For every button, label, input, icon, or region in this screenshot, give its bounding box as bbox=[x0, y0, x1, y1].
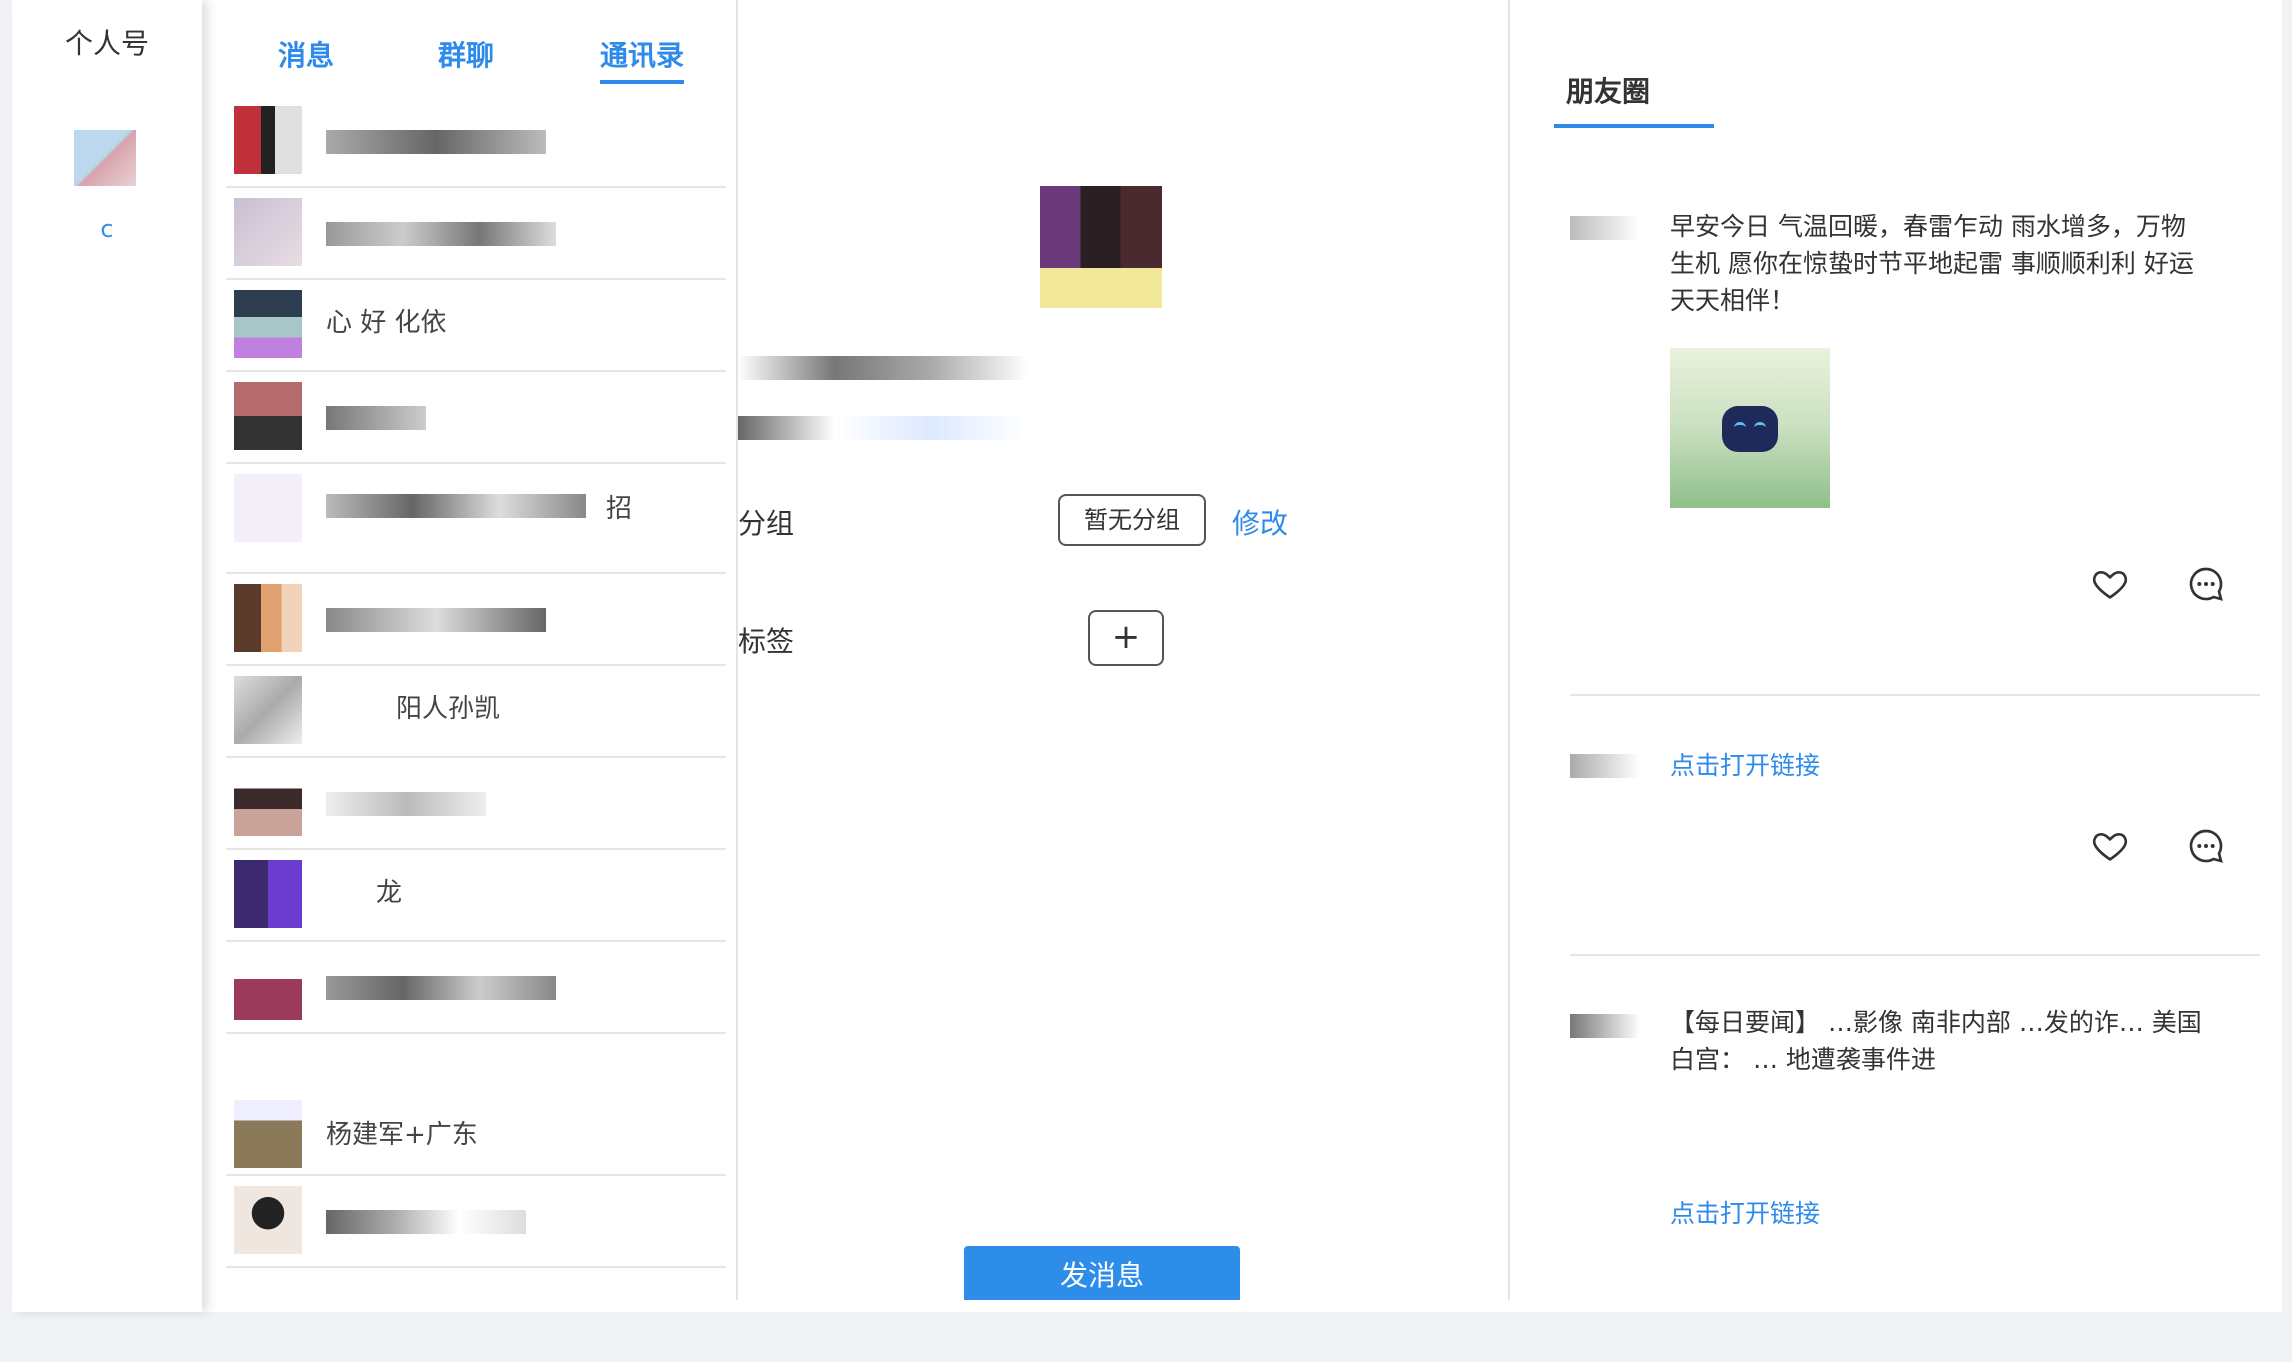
tab-messages[interactable]: 消息 bbox=[278, 34, 334, 74]
contact-row[interactable] bbox=[226, 188, 726, 280]
post-divider bbox=[1570, 954, 2260, 956]
group-value-box[interactable]: 暂无分组 bbox=[1058, 494, 1206, 546]
blurred-name bbox=[326, 608, 546, 632]
contact-list: 心 好 化依 招 阳人孙凯 龙 杨建军+广东 bbox=[212, 96, 736, 1268]
account-avatar[interactable] bbox=[74, 130, 136, 186]
contact-name: 阳人孙凯 bbox=[396, 694, 501, 724]
contact-name: 心 好 化依 bbox=[326, 308, 447, 338]
post-image[interactable] bbox=[1670, 348, 1830, 508]
tab-group-chat[interactable]: 群聊 bbox=[438, 34, 494, 74]
avatar bbox=[234, 1100, 302, 1168]
avatar bbox=[234, 1186, 302, 1254]
avatar bbox=[234, 676, 302, 744]
poster-avatar bbox=[1570, 754, 1640, 778]
add-tag-button[interactable]: + bbox=[1088, 610, 1164, 666]
blurred-name bbox=[326, 406, 426, 430]
robot-image bbox=[1722, 406, 1778, 452]
contact-row[interactable] bbox=[226, 96, 726, 188]
moments-panel: 朋友圈 早安今日 气温回暖，春雷乍动 雨水增多，万物生机 愿你在惊蛰时节平地起雷… bbox=[1510, 0, 2282, 1300]
contact-row[interactable]: 招 bbox=[226, 464, 726, 574]
avatar bbox=[234, 860, 302, 928]
account-panel: 个人号 c bbox=[12, 0, 202, 1312]
tab-contacts[interactable]: 通讯录 bbox=[600, 34, 685, 84]
post-divider bbox=[1570, 694, 2260, 696]
blurred-id bbox=[738, 416, 1028, 440]
contact-row[interactable]: 龙 bbox=[226, 850, 726, 942]
avatar bbox=[234, 382, 302, 450]
modify-group-link[interactable]: 修改 bbox=[1232, 502, 1288, 542]
account-label[interactable]: c bbox=[12, 215, 202, 243]
contact-detail-panel: 分组 暂无分组 修改 标签 + 发消息 bbox=[738, 0, 1510, 1300]
post-text: 【每日要闻】 …影像 南非内部 …发的诈… 美国白宫： … 地遭袭事件进 bbox=[1670, 1008, 2202, 1074]
contact-avatar bbox=[1040, 186, 1162, 308]
heart-icon[interactable] bbox=[2090, 826, 2130, 866]
avatar bbox=[234, 290, 302, 358]
contact-name: 龙 bbox=[376, 878, 403, 908]
blurred-name bbox=[326, 976, 556, 1000]
blurred-name bbox=[326, 494, 586, 518]
poster-avatar bbox=[1570, 1014, 1640, 1038]
contact-row[interactable]: 阳人孙凯 bbox=[226, 666, 726, 758]
contact-name: 杨建军+广东 bbox=[326, 1120, 478, 1150]
avatar bbox=[234, 106, 302, 174]
post-link[interactable]: 点击打开链接 bbox=[1670, 746, 1820, 782]
send-message-button[interactable]: 发消息 bbox=[964, 1246, 1240, 1300]
blurred-name bbox=[326, 222, 556, 246]
tab-underline bbox=[1554, 124, 1714, 128]
tab-moments[interactable]: 朋友圈 bbox=[1566, 70, 1650, 110]
moment-post: 【每日要闻】 …影像 南非内部 …发的诈… 美国白宫： … 地遭袭事件进 点击打… bbox=[1570, 1004, 2260, 1294]
poster-avatar bbox=[1570, 216, 1640, 240]
comment-icon[interactable] bbox=[2186, 826, 2226, 866]
contact-row[interactable] bbox=[226, 574, 726, 666]
heart-icon[interactable] bbox=[2090, 564, 2130, 604]
tab-bar: 消息 群聊 通讯录 bbox=[212, 30, 736, 90]
app-window: 个人号 c 消息 群聊 通讯录 心 好 化依 招 阳人孙凯 龙 杨建军+广东 分… bbox=[12, 0, 2282, 1312]
contact-row[interactable] bbox=[226, 758, 726, 850]
contacts-panel: 消息 群聊 通讯录 心 好 化依 招 阳人孙凯 龙 杨建军+广东 bbox=[212, 0, 738, 1300]
avatar bbox=[234, 768, 302, 836]
blurred-name bbox=[326, 792, 486, 816]
contact-row[interactable]: 心 好 化依 bbox=[226, 280, 726, 372]
moment-post: 点击打开链接 bbox=[1570, 740, 2260, 890]
account-title: 个人号 bbox=[64, 27, 149, 60]
contact-row[interactable] bbox=[226, 372, 726, 464]
contact-row[interactable] bbox=[226, 1176, 726, 1268]
blurred-name bbox=[326, 1210, 526, 1234]
moment-post: 早安今日 气温回暖，春雷乍动 雨水增多，万物生机 愿你在惊蛰时节平地起雷 事顺顺… bbox=[1570, 208, 2260, 608]
contact-row[interactable] bbox=[226, 942, 726, 1034]
group-label: 分组 bbox=[738, 507, 795, 540]
post-link[interactable]: 点击打开链接 bbox=[1670, 1194, 1820, 1230]
blurred-nickname bbox=[738, 356, 1028, 380]
avatar bbox=[234, 474, 302, 542]
blurred-name bbox=[326, 130, 546, 154]
contact-name: 招 bbox=[606, 494, 633, 524]
post-text: 早安今日 气温回暖，春雷乍动 雨水增多，万物生机 愿你在惊蛰时节平地起雷 事顺顺… bbox=[1670, 212, 2194, 315]
comment-icon[interactable] bbox=[2186, 564, 2226, 604]
avatar bbox=[234, 952, 302, 1020]
contact-row[interactable]: 杨建军+广东 bbox=[226, 1034, 726, 1176]
tag-label: 标签 bbox=[738, 625, 795, 658]
avatar bbox=[234, 584, 302, 652]
avatar bbox=[234, 198, 302, 266]
